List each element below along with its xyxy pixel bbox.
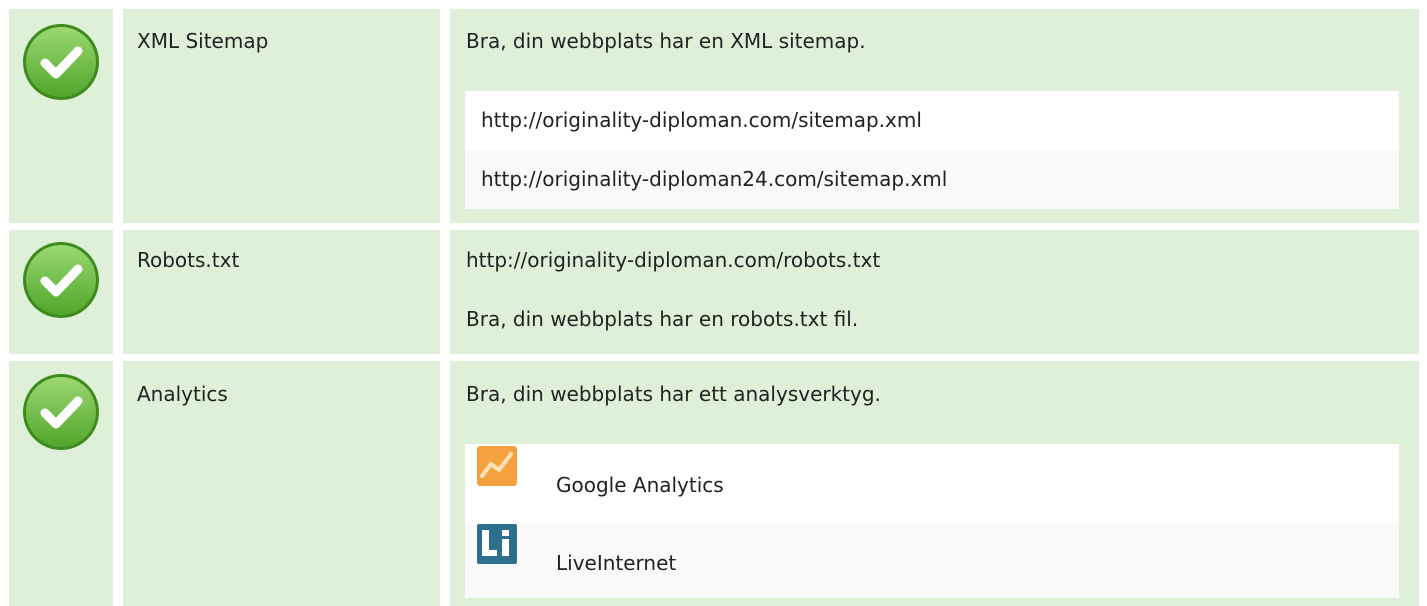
sitemap-link[interactable]: http://originality-diploman.com/sitemap.…	[465, 91, 1399, 150]
check-circle-icon	[23, 24, 99, 100]
analytics-tool-row: LiveInternet	[465, 524, 1399, 598]
liveinternet-icon	[477, 524, 517, 564]
analytics-tool-name: LiveInternet	[556, 551, 677, 575]
sitemap-link[interactable]: http://originality-diploman24.com/sitema…	[465, 150, 1399, 209]
analytics-message: Bra, din webbplats har ett analysverktyg…	[466, 382, 881, 406]
robots-txt-message: Bra, din webbplats har en robots.txt fil…	[466, 307, 859, 331]
row-label-robots-txt: Robots.txt	[137, 248, 240, 272]
check-circle-icon	[23, 374, 99, 450]
row-label-xml-sitemap: XML Sitemap	[137, 29, 269, 53]
row-label-analytics: Analytics	[137, 382, 228, 406]
sitemap-list: http://originality-diploman.com/sitemap.…	[465, 91, 1399, 209]
xml-sitemap-message: Bra, din webbplats har en XML sitemap.	[466, 29, 866, 53]
check-circle-icon	[23, 242, 99, 318]
analytics-tool-name: Google Analytics	[556, 473, 724, 497]
analytics-tools-list: Google Analytics LiveInternet	[465, 444, 1399, 598]
google-analytics-icon	[477, 446, 517, 486]
robots-txt-link[interactable]: http://originality-diploman.com/robots.t…	[466, 248, 880, 272]
analytics-tool-row: Google Analytics	[465, 444, 1399, 524]
